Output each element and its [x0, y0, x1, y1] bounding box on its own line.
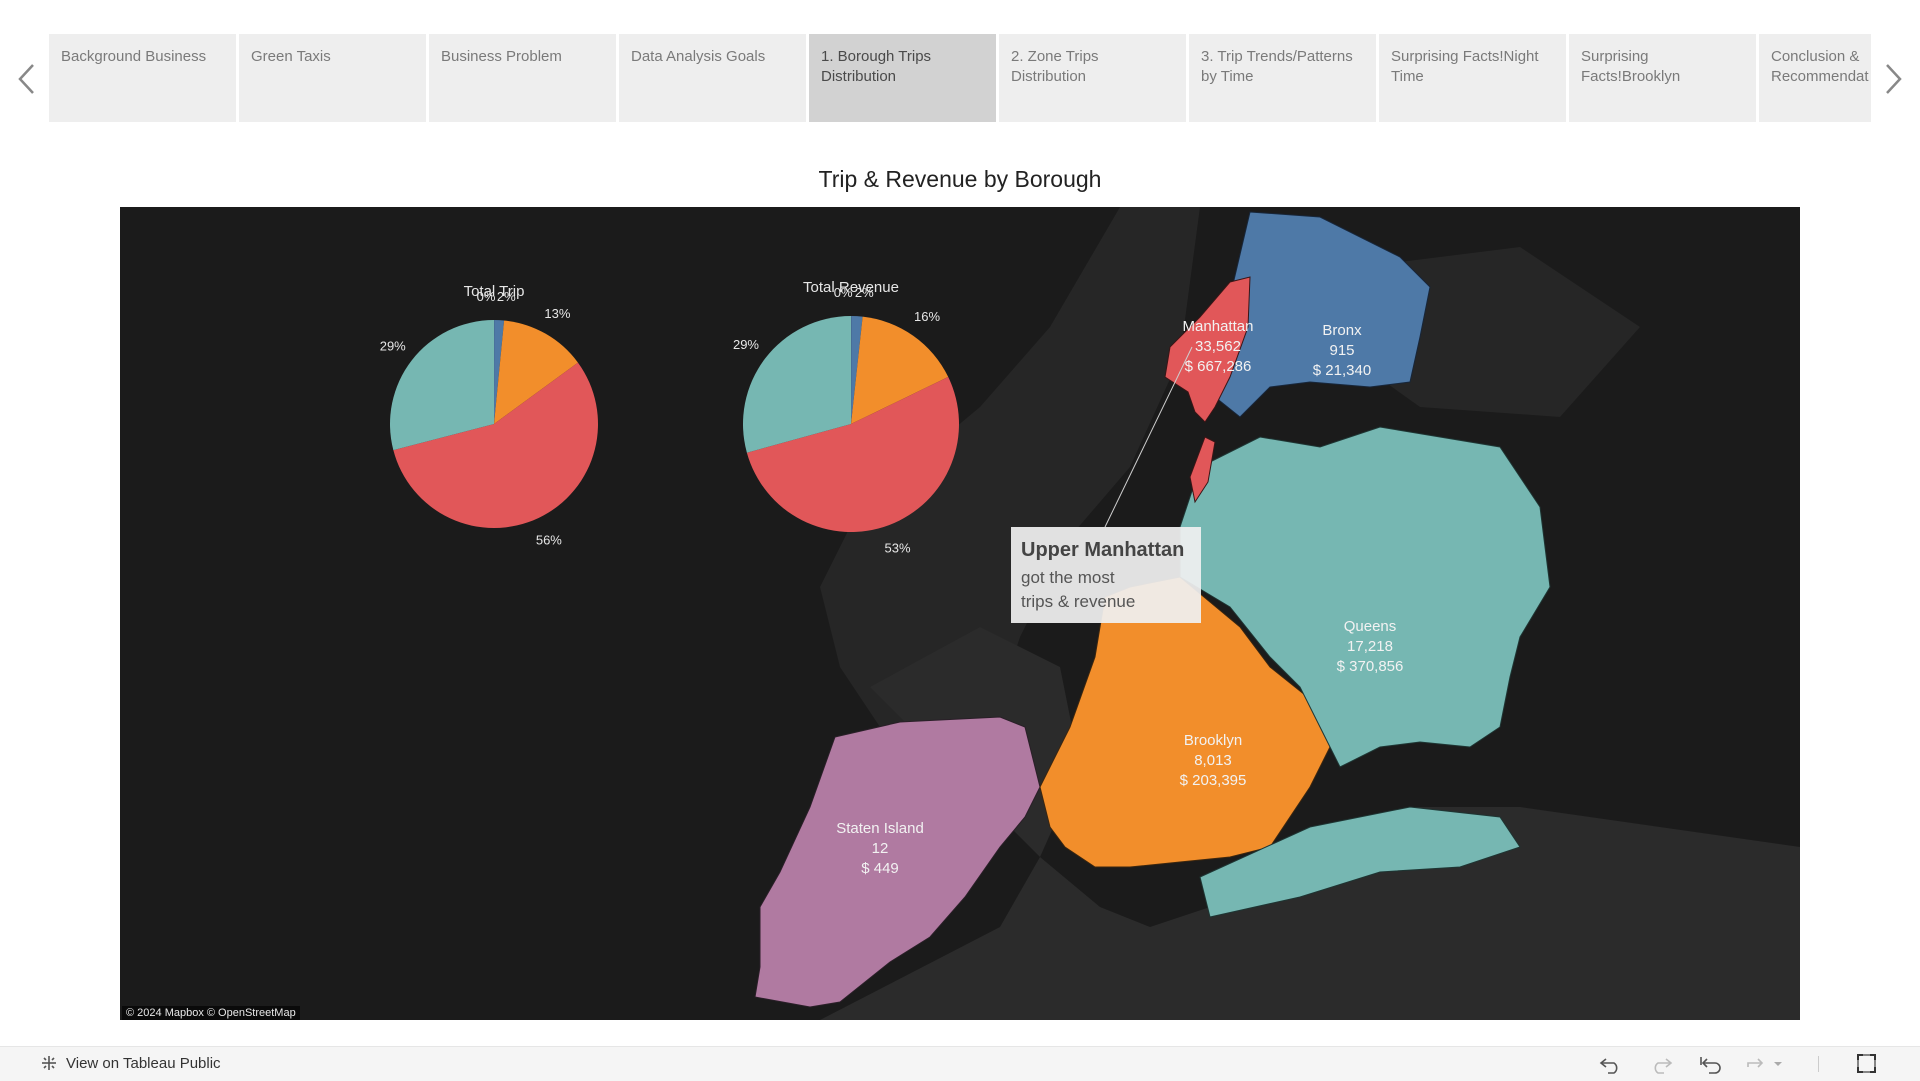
borough-trips-text: 33,562	[1195, 338, 1241, 355]
borough-name-text: Bronx	[1322, 322, 1362, 339]
borough-name-text: Brooklyn	[1184, 732, 1242, 749]
story-point-label: Background Business	[61, 48, 206, 65]
story-points-strip: Background Business Green Taxis Business…	[49, 34, 1871, 124]
story-navigator: Background Business Green Taxis Business…	[0, 34, 1920, 124]
view-on-tableau-public-link[interactable]: View on Tableau Public	[40, 1054, 221, 1072]
pie-slice-label: 56%	[536, 533, 562, 548]
undo-icon	[1598, 1053, 1624, 1075]
story-point-trip-trends[interactable]: 3. Trip Trends/Patterns by Time	[1189, 34, 1376, 122]
story-point-night-time[interactable]: Surprising Facts!Night Time	[1379, 34, 1566, 122]
share-icon	[1744, 1053, 1792, 1075]
revert-icon	[1698, 1053, 1724, 1075]
borough-name-text: Manhattan	[1183, 318, 1254, 335]
map-attribution[interactable]: © 2024 Mapbox © OpenStreetMap	[122, 1006, 300, 1020]
tableau-logo-icon	[40, 1054, 58, 1072]
pie-slice-label: 53%	[884, 541, 910, 556]
borough-trips-text: 915	[1329, 342, 1354, 359]
story-point-label: Conclusion & Recommendat	[1771, 48, 1869, 85]
borough-name-text: Queens	[1344, 618, 1397, 635]
borough-name-text: Staten Island	[836, 820, 924, 837]
tableau-toolbar: View on Tableau Public	[0, 1046, 1920, 1081]
pie-slice-label: 2%	[497, 289, 516, 304]
story-point-label: Data Analysis Goals	[631, 48, 765, 65]
story-point-borough-trips[interactable]: 1. Borough Trips Distribution	[809, 34, 996, 122]
annotation-line-2: trips & revenue	[1021, 590, 1191, 614]
pie-slice-label: 0%	[834, 285, 853, 300]
story-point-zone-trips[interactable]: 2. Zone Trips Distribution	[999, 34, 1186, 122]
chevron-left-icon	[15, 59, 37, 99]
story-point-label: Business Problem	[441, 48, 562, 65]
map-canvas[interactable]: Manhattan 33,562 $ 667,286 Bronx 915 $ 2…	[120, 207, 1800, 1020]
fullscreen-icon	[1853, 1053, 1879, 1075]
story-point-label: Surprising Facts!Brooklyn	[1581, 48, 1680, 85]
borough-trips-text: 8,013	[1194, 752, 1232, 769]
borough-trips-text: 17,218	[1347, 638, 1393, 655]
story-point-business-problem[interactable]: Business Problem	[429, 34, 616, 122]
borough-revenue-text: $ 370,856	[1337, 658, 1404, 675]
fullscreen-button[interactable]	[1853, 1053, 1879, 1075]
story-point-conclusion[interactable]: Conclusion & Recommendat	[1759, 34, 1871, 122]
story-point-background-business[interactable]: Background Business	[49, 34, 236, 122]
undo-button[interactable]	[1598, 1053, 1624, 1075]
borough-revenue-text: $ 203,395	[1180, 772, 1247, 789]
pie-slice-label: 16%	[914, 309, 940, 324]
story-point-label: 3. Trip Trends/Patterns by Time	[1201, 48, 1353, 85]
redo-icon	[1648, 1053, 1674, 1075]
story-point-label: 1. Borough Trips Distribution	[821, 48, 931, 85]
story-point-data-analysis-goals[interactable]: Data Analysis Goals	[619, 34, 806, 122]
pie-slice-label: 29%	[733, 337, 759, 352]
pie-slice-label: 13%	[544, 306, 570, 321]
borough-map[interactable]: Manhattan 33,562 $ 667,286 Bronx 915 $ 2…	[120, 207, 1800, 1020]
story-point-label: Green Taxis	[251, 48, 331, 65]
share-button[interactable]	[1744, 1053, 1792, 1075]
annotation-line-1: got the most	[1021, 566, 1191, 590]
pie-slice-label: 29%	[380, 339, 406, 354]
story-point-label: Surprising Facts!Night Time	[1391, 48, 1539, 85]
next-story-point-button[interactable]	[1870, 34, 1918, 124]
revert-button[interactable]	[1698, 1053, 1724, 1075]
toolbar-divider	[1818, 1056, 1819, 1072]
redo-button[interactable]	[1648, 1053, 1674, 1075]
story-point-label: 2. Zone Trips Distribution	[1011, 48, 1099, 85]
story-point-brooklyn[interactable]: Surprising Facts!Brooklyn	[1569, 34, 1756, 122]
story-point-green-taxis[interactable]: Green Taxis	[239, 34, 426, 122]
borough-trips-text: 12	[872, 840, 889, 857]
pie-chart-total-trip[interactable]: Total Trip0%2%13%56%29%	[380, 283, 598, 548]
chevron-right-icon	[1883, 59, 1905, 99]
dashboard-title: Trip & Revenue by Borough	[0, 166, 1920, 193]
borough-revenue-text: $ 449	[861, 860, 899, 877]
previous-story-point-button[interactable]	[2, 34, 50, 124]
view-on-tableau-public-label: View on Tableau Public	[66, 1055, 221, 1072]
annotation-callout: Upper Manhattan got the most trips & rev…	[1011, 527, 1201, 623]
borough-revenue-text: $ 667,286	[1185, 358, 1252, 375]
pie-slice-label: 0%	[477, 289, 496, 304]
borough-revenue-text: $ 21,340	[1313, 362, 1371, 379]
pie-slice-label: 2%	[855, 285, 874, 300]
annotation-title: Upper Manhattan	[1021, 539, 1191, 562]
